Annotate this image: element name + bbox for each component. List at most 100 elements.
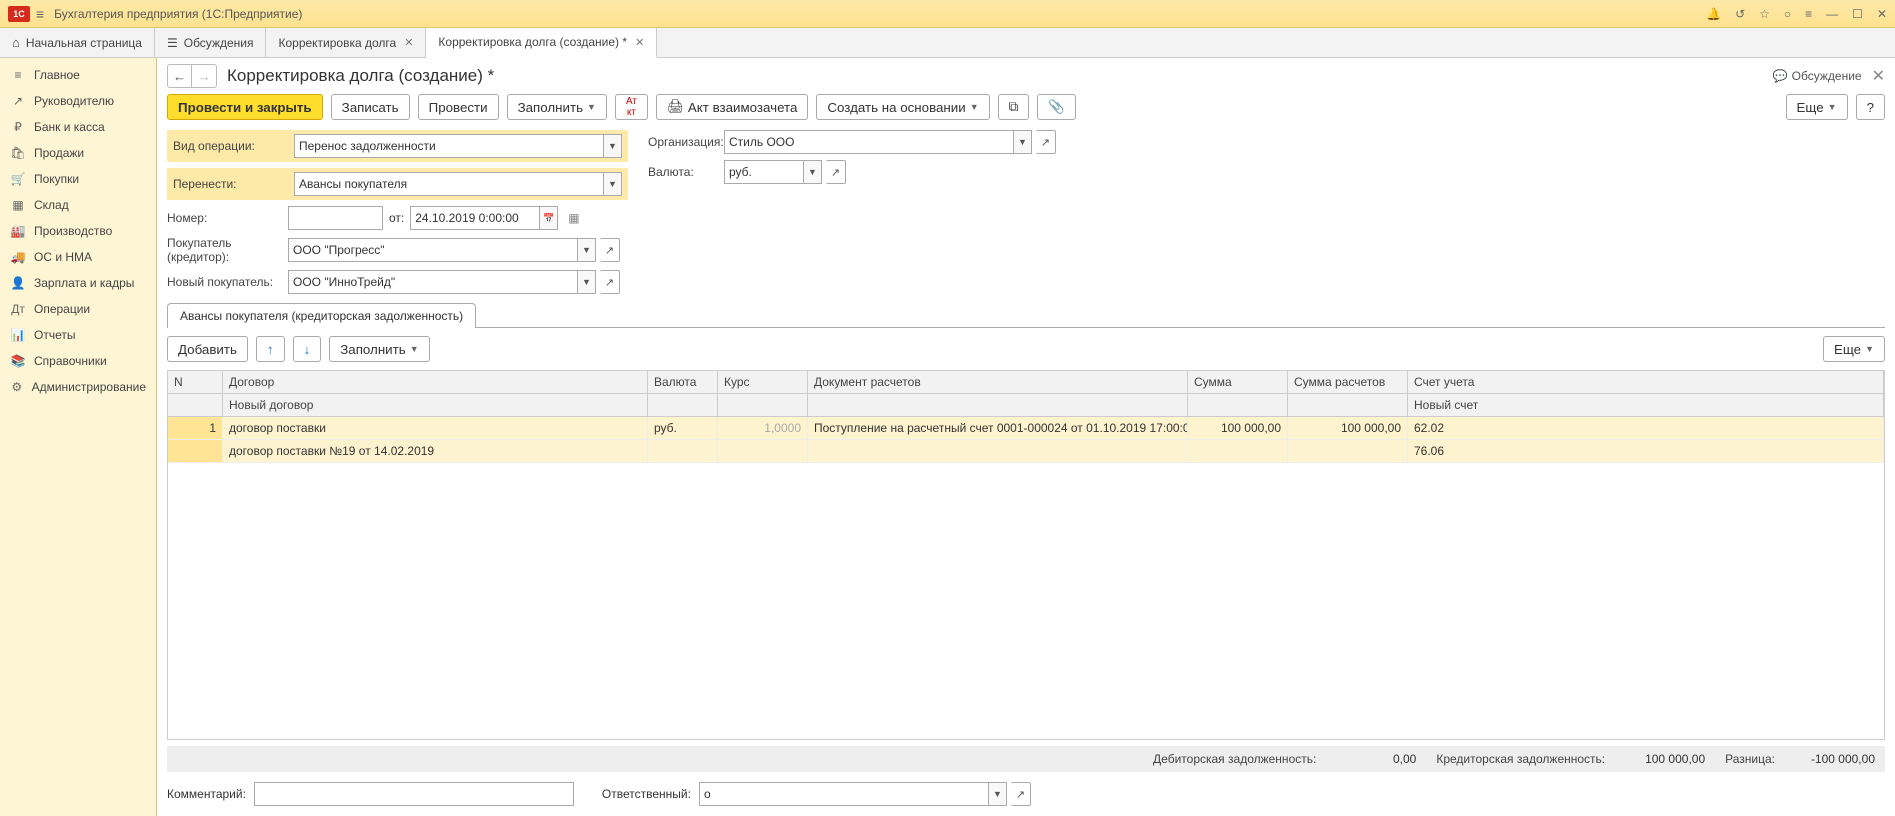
save-button[interactable]: Записать — [331, 94, 410, 120]
open-icon[interactable]: ↗ — [1036, 130, 1056, 154]
th-new-account[interactable]: Новый счет — [1408, 394, 1884, 416]
sidebar-item-sales[interactable]: 🛍Продажи — [0, 140, 156, 166]
fill-button[interactable]: Заполнить▼ — [507, 94, 607, 120]
dropdown-icon[interactable]: ▼ — [578, 270, 596, 294]
tab-home[interactable]: ⌂ Начальная страница — [0, 28, 155, 57]
sidebar-item-warehouse[interactable]: ▦Склад — [0, 192, 156, 218]
tab-discussions[interactable]: ☰ Обсуждения — [155, 28, 267, 57]
chart-icon: ↗ — [10, 94, 26, 108]
more-button[interactable]: Еще▼ — [1786, 94, 1848, 120]
dropdown-icon[interactable]: ▼ — [1014, 130, 1032, 154]
sidebar-item-assets[interactable]: 🚚ОС и НМА — [0, 244, 156, 270]
dropdown-icon[interactable]: ▼ — [604, 134, 622, 158]
discuss-button[interactable]: 💬 Обсуждение — [1773, 69, 1862, 83]
sidebar-item-label: Покупки — [34, 172, 79, 186]
table-row[interactable]: 1 договор поставки руб. 1,0000 Поступлен… — [168, 417, 1884, 440]
act-button[interactable]: 🖨Акт взаимозачета — [656, 94, 808, 120]
table-row[interactable]: договор поставки №19 от 14.02.2019 76.06 — [168, 440, 1884, 463]
sidebar-item-label: Банк и касса — [34, 120, 105, 134]
create-based-button[interactable]: Создать на основании▼ — [816, 94, 989, 120]
newbuyer-input[interactable]: ООО "ИнноТрейд" — [288, 270, 578, 294]
sidebar-item-manager[interactable]: ↗Руководителю — [0, 88, 156, 114]
gear-icon: ⚙ — [10, 380, 24, 394]
sidebar-item-reports[interactable]: 📊Отчеты — [0, 322, 156, 348]
close-window-icon[interactable]: ✕ — [1877, 7, 1887, 21]
attach-button[interactable]: 📎 — [1037, 94, 1076, 120]
dropdown-icon[interactable]: ▼ — [578, 238, 596, 262]
form-extra-icon[interactable]: ▦ — [568, 211, 579, 225]
sidebar-item-bank[interactable]: ₽Банк и касса — [0, 114, 156, 140]
buyer-input[interactable]: ООО "Прогресс" — [288, 238, 578, 262]
op-type-input[interactable]: Перенос задолженности — [294, 134, 604, 158]
sidebar-item-catalogs[interactable]: 📚Справочники — [0, 348, 156, 374]
table-header-row: N Договор Валюта Курс Документ расчетов … — [168, 371, 1884, 394]
dropdown-icon[interactable]: ▼ — [989, 782, 1007, 806]
move-down-button[interactable]: ↓ — [293, 336, 322, 362]
subtab-advances[interactable]: Авансы покупателя (кредиторская задолжен… — [167, 303, 476, 328]
number-input[interactable] — [288, 206, 383, 230]
calendar-icon[interactable]: 📅 — [540, 206, 558, 230]
add-row-button[interactable]: Добавить — [167, 336, 248, 362]
th-account[interactable]: Счет учета — [1408, 371, 1884, 393]
close-icon[interactable]: ✕ — [404, 36, 413, 49]
chevron-down-icon: ▼ — [1865, 344, 1874, 354]
comment-input[interactable] — [254, 782, 574, 806]
cart-icon: 🛒 — [10, 172, 26, 186]
th-sum-settle[interactable]: Сумма расчетов — [1288, 371, 1408, 393]
debit-value: 0,00 — [1336, 752, 1416, 766]
close-page-icon[interactable]: ✕ — [1872, 66, 1885, 86]
open-icon[interactable]: ↗ — [826, 160, 846, 184]
help-button[interactable]: ? — [1856, 94, 1885, 120]
bell-icon[interactable]: 🔔 — [1706, 7, 1721, 21]
dropdown-icon[interactable]: ▼ — [604, 172, 622, 196]
sidebar-item-operations[interactable]: Дт Операции — [0, 296, 156, 322]
link-button[interactable]: ⧉ — [998, 94, 1030, 120]
org-input[interactable]: Стиль ООО — [724, 130, 1014, 154]
th-sum[interactable]: Сумма — [1188, 371, 1288, 393]
star-icon[interactable]: ☆ — [1759, 7, 1770, 21]
post-and-close-button[interactable]: Провести и закрыть — [167, 94, 323, 120]
th-currency[interactable]: Валюта — [648, 371, 718, 393]
tab-doc2[interactable]: Корректировка долга (создание) * ✕ — [426, 28, 657, 58]
open-icon[interactable]: ↗ — [600, 270, 620, 294]
sidebar-item-salary[interactable]: 👤Зарплата и кадры — [0, 270, 156, 296]
table-more-button[interactable]: Еще▼ — [1823, 336, 1885, 362]
fill-rows-button[interactable]: Заполнить▼ — [329, 336, 429, 362]
back-button[interactable]: ← — [168, 65, 192, 87]
dtkt-button[interactable]: Аткт — [615, 94, 648, 120]
maximize-icon[interactable]: ☐ — [1852, 7, 1863, 21]
transfer-input[interactable]: Авансы покупателя — [294, 172, 604, 196]
main-menu-icon[interactable]: ≡ — [36, 6, 44, 22]
sidebar-item-admin[interactable]: ⚙Администрирование — [0, 374, 156, 400]
currency-input[interactable]: руб. — [724, 160, 804, 184]
close-icon[interactable]: ✕ — [635, 36, 644, 49]
dropdown-icon[interactable]: ▼ — [804, 160, 822, 184]
sidebar-item-purchases[interactable]: 🛒 Покупки — [0, 166, 156, 192]
history-icon[interactable]: ↺ — [1735, 7, 1745, 21]
forward-button[interactable]: → — [192, 65, 216, 87]
tab-doc1[interactable]: Корректировка долга ✕ — [266, 28, 426, 57]
th-n[interactable]: N — [168, 371, 223, 393]
operations-icon: Дт — [10, 302, 26, 316]
responsible-input[interactable]: о — [699, 782, 989, 806]
tab-doc2-label: Корректировка долга (создание) * — [438, 35, 627, 49]
sidebar: ≡Главное ↗Руководителю ₽Банк и касса 🛍Пр… — [0, 58, 157, 816]
open-icon[interactable]: ↗ — [1011, 782, 1031, 806]
th-doc[interactable]: Документ расчетов — [808, 371, 1188, 393]
post-button[interactable]: Провести — [418, 94, 499, 120]
th-contract[interactable]: Договор — [223, 371, 648, 393]
sidebar-item-production[interactable]: 🏭Производство — [0, 218, 156, 244]
cell-doc: Поступление на расчетный счет 0001-00002… — [808, 417, 1188, 439]
th-rate[interactable]: Курс — [718, 371, 808, 393]
date-label: от: — [389, 211, 404, 225]
sidebar-item-main[interactable]: ≡Главное — [0, 62, 156, 88]
date-input[interactable]: 24.10.2019 0:00:00 — [410, 206, 540, 230]
move-up-button[interactable]: ↑ — [256, 336, 285, 362]
circle-icon[interactable]: ○ — [1784, 7, 1791, 21]
minimize-icon[interactable]: — — [1826, 7, 1838, 21]
sidebar-item-label: Операции — [34, 302, 90, 316]
open-icon[interactable]: ↗ — [600, 238, 620, 262]
filter-icon[interactable]: ≡ — [1805, 7, 1812, 21]
th-new-contract[interactable]: Новый договор — [223, 394, 648, 416]
chevron-down-icon: ▼ — [587, 102, 596, 112]
